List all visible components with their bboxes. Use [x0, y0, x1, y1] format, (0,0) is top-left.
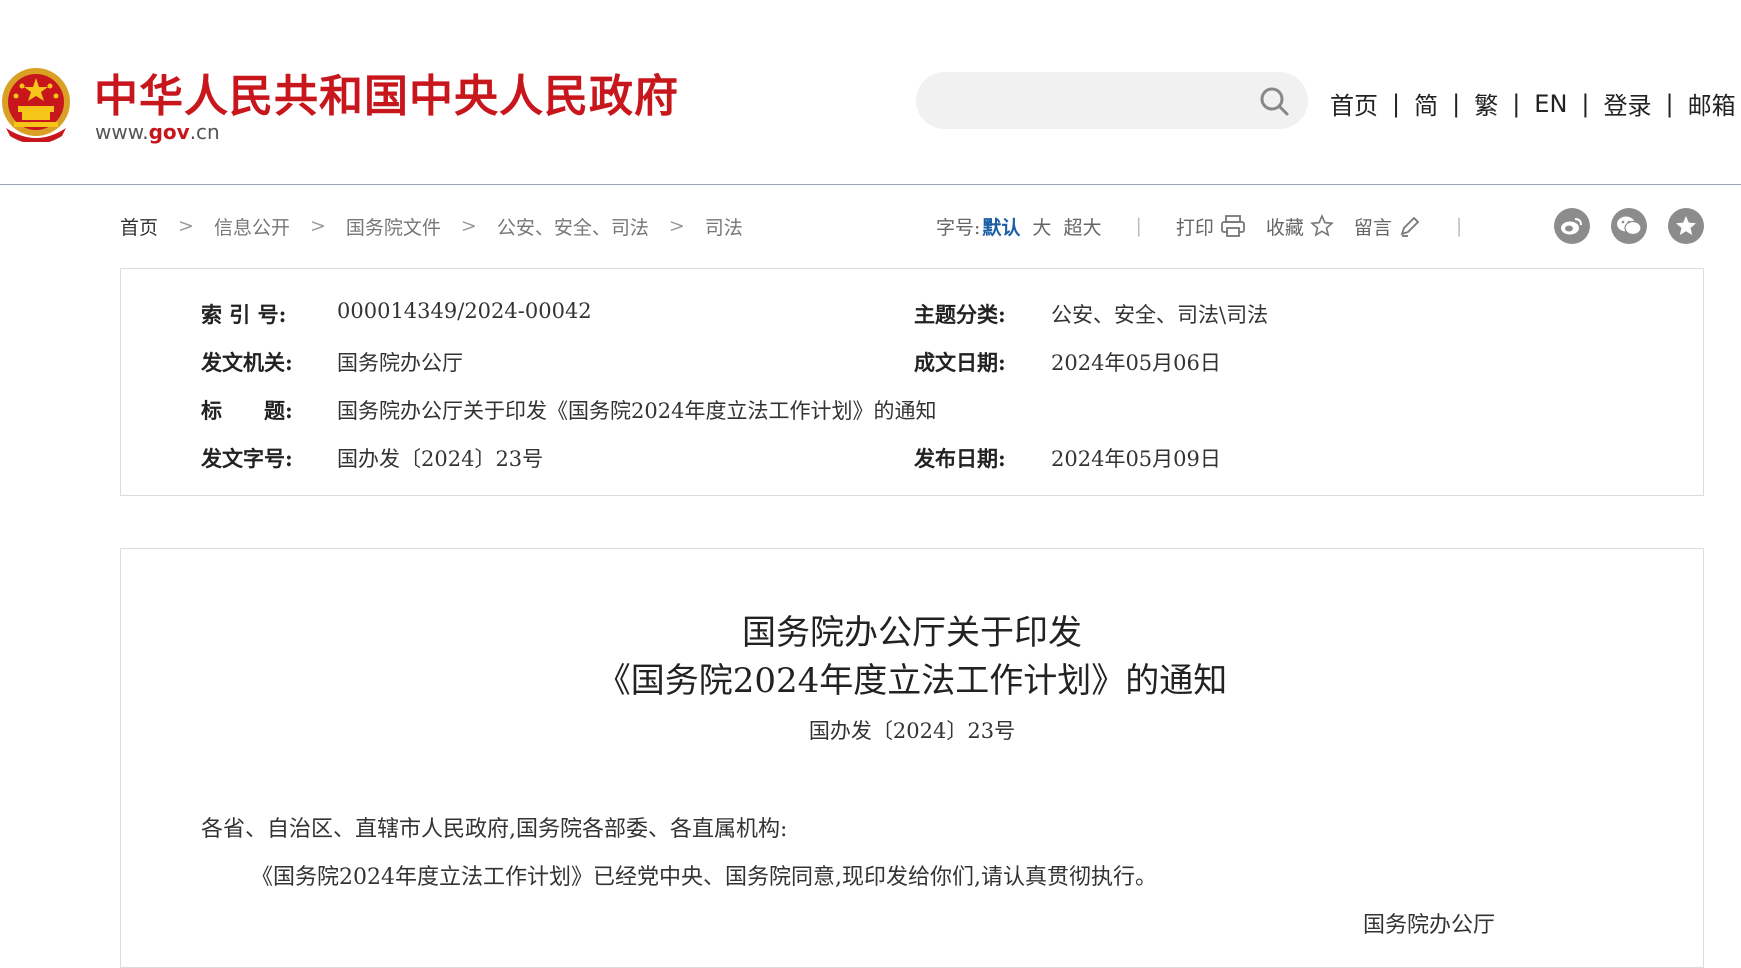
breadcrumb-arrow: > — [309, 215, 326, 237]
site-domain[interactable]: www.gov.cn — [95, 120, 220, 144]
document-number-label: 发文字号: — [201, 446, 293, 471]
wechat-icon[interactable] — [1611, 208, 1647, 244]
pencil-icon — [1400, 216, 1420, 237]
domain-suffix: .cn — [189, 120, 220, 144]
title-value: 国务院办公厅关于印发《国务院2024年度立法工作计划》的通知 — [337, 399, 937, 423]
nav-english[interactable]: EN — [1534, 90, 1567, 118]
nav-separator: | — [1512, 89, 1521, 118]
nav-traditional[interactable]: 繁 — [1474, 86, 1498, 121]
issuer-value: 国务院办公厅 — [337, 351, 463, 375]
written-date-label: 成文日期: — [914, 350, 1006, 375]
document-info-table: 索 引 号: 000014349/2024-00042 主题分类: 公安、安全、… — [120, 268, 1704, 496]
nav-separator: | — [1581, 89, 1590, 118]
nav-login[interactable]: 登录 — [1604, 86, 1652, 121]
breadcrumb-state-council-docs[interactable]: 国务院文件 — [346, 213, 441, 240]
breadcrumb-home[interactable]: 首页 — [120, 213, 158, 240]
nav-simplified[interactable]: 简 — [1414, 86, 1438, 121]
nav-separator: | — [1665, 89, 1674, 118]
nav-separator: | — [1392, 89, 1401, 118]
search-input[interactable] — [916, 72, 1308, 129]
breadcrumb: 首页 > 信息公开 > 国务院文件 > 公安、安全、司法 > 司法 — [120, 208, 743, 244]
weibo-icon[interactable] — [1554, 208, 1590, 244]
breadcrumb-arrow: > — [460, 215, 477, 237]
breadcrumb-arrow: > — [668, 215, 685, 237]
topic-value: 公安、安全、司法\司法 — [1051, 303, 1269, 327]
star-icon — [1309, 214, 1334, 237]
written-date-value: 2024年05月06日 — [1051, 351, 1221, 375]
share-icons — [1554, 208, 1725, 244]
comment-button[interactable]: 留言 — [1354, 213, 1422, 240]
publish-date-label: 发布日期: — [914, 446, 1006, 471]
site-title[interactable]: 中华人民共和国中央人民政府 — [94, 60, 679, 124]
site-header: 中华人民共和国中央人民政府 www.gov.cn 首页 | 简 | 繁 | EN… — [0, 0, 1741, 185]
title-label: 标 题: — [201, 398, 293, 423]
document-number: 国办发〔2024〕23号 — [808, 719, 1016, 743]
font-size-default[interactable]: 默认 — [982, 213, 1020, 240]
document-signature: 国务院办公厅 — [1363, 913, 1496, 938]
nav-home[interactable]: 首页 — [1330, 86, 1378, 121]
breadcrumb-judicial[interactable]: 司法 — [705, 213, 743, 240]
document-number-value: 国办发〔2024〕23号 — [337, 447, 544, 471]
qzone-icon[interactable] — [1668, 208, 1704, 244]
breadcrumb-arrow: > — [178, 215, 194, 237]
search-icon[interactable] — [1258, 85, 1290, 117]
page-tools: 字号: 默认 大 超大 | 打印 收藏 留言 | — [936, 208, 1496, 244]
document-title-line2: 《国务院2024年度立法工作计划》的通知 — [596, 661, 1228, 701]
topic-label: 主题分类: — [914, 302, 1006, 327]
tools-separator: | — [1135, 215, 1142, 237]
favorite-label: 收藏 — [1265, 216, 1304, 239]
document-title-line1: 国务院办公厅关于印发 — [742, 613, 1082, 653]
font-size-xlarge[interactable]: 超大 — [1063, 213, 1101, 240]
favorite-button[interactable]: 收藏 — [1266, 213, 1334, 240]
issuer-label: 发文机关: — [201, 350, 293, 375]
print-label: 打印 — [1175, 216, 1214, 239]
index-number-value: 000014349/2024-00042 — [337, 299, 592, 323]
document-salutation: 各省、自治区、直辖市人民政府,国务院各部委、各直属机构: — [201, 817, 788, 842]
breadcrumb-info-public[interactable]: 信息公开 — [214, 213, 290, 240]
publish-date-value: 2024年05月09日 — [1051, 447, 1221, 471]
national-emblem-icon[interactable] — [0, 62, 72, 142]
tools-separator: | — [1455, 215, 1463, 237]
font-size-large[interactable]: 大 — [1032, 213, 1051, 240]
comment-label: 留言 — [1353, 216, 1392, 239]
document-content: 国务院办公厅关于印发 《国务院2024年度立法工作计划》的通知 国办发〔2024… — [120, 548, 1704, 968]
document-title: 国务院办公厅关于印发 《国务院2024年度立法工作计划》的通知 — [121, 609, 1703, 705]
index-number-label: 索 引 号: — [201, 302, 287, 327]
print-button[interactable]: 打印 — [1176, 213, 1246, 240]
domain-gov: gov — [148, 120, 190, 144]
domain-prefix: www. — [95, 120, 149, 144]
top-nav: 首页 | 简 | 繁 | EN | 登录 | 邮箱 | — [1330, 86, 1741, 121]
nav-separator: | — [1452, 89, 1461, 118]
nav-mail[interactable]: 邮箱 — [1688, 86, 1736, 121]
breadcrumb-public-security[interactable]: 公安、安全、司法 — [497, 213, 649, 240]
printer-icon — [1220, 215, 1245, 237]
font-size-label: 字号: — [936, 216, 981, 239]
document-paragraph: 《国务院2024年度立法工作计划》已经党中央、国务院同意,现印发给你们,请认真贯… — [251, 865, 1157, 890]
